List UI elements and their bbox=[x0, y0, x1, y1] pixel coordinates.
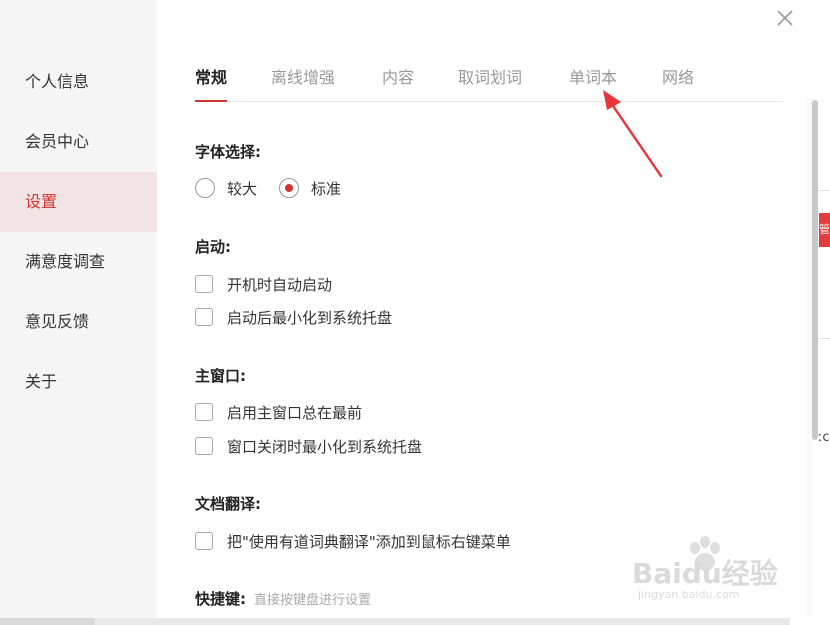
settings-sidebar: 个人信息 会员中心 设置 满意度调查 意见反馈 关于 bbox=[0, 0, 157, 618]
settings-tabs: 常规 离线增强 内容 取词划词 单词本 网络 bbox=[195, 58, 783, 102]
checkbox-row-minimize-on-close[interactable]: 窗口关闭时最小化到系统托盘 bbox=[195, 435, 422, 457]
checkbox-row-always-on-top[interactable]: 启用主窗口总在最前 bbox=[195, 401, 362, 423]
checkbox-label-minimize-on-start: 启动后最小化到系统托盘 bbox=[227, 308, 393, 327]
tab-word-capture[interactable]: 取词划词 bbox=[458, 64, 522, 101]
checkbox-label-autostart: 开机时自动启动 bbox=[227, 275, 333, 294]
checkbox-label-always-on-top: 启用主窗口总在最前 bbox=[227, 403, 363, 422]
background-text-fragment: ːc bbox=[818, 430, 830, 445]
tab-general[interactable]: 常规 bbox=[195, 64, 228, 102]
tab-offline-enhance[interactable]: 离线增强 bbox=[271, 64, 335, 101]
checkbox-always-on-top[interactable] bbox=[195, 403, 213, 421]
radio-larger[interactable] bbox=[195, 178, 215, 198]
watermark-url: jingyan.baidu.com bbox=[638, 588, 740, 601]
watermark-text: Baidu经验 bbox=[632, 557, 778, 590]
section-title-main-window: 主窗口: bbox=[195, 367, 246, 385]
checkbox-row-context-menu[interactable]: 把"使用有道词典翻译"添加到鼠标右键菜单 bbox=[195, 530, 511, 552]
font-radio-group: 较大 标准 bbox=[195, 177, 341, 199]
sidebar-item-profile[interactable]: 个人信息 bbox=[0, 52, 157, 112]
scrollbar-thumb[interactable] bbox=[812, 100, 818, 440]
checkbox-row-minimize-on-start[interactable]: 启动后最小化到系统托盘 bbox=[195, 306, 392, 328]
checkbox-context-menu[interactable] bbox=[195, 532, 213, 550]
baidu-jingyan-watermark: Baidu经验 jingyan.baidu.com bbox=[632, 534, 792, 604]
checkbox-row-autostart[interactable]: 开机时自动启动 bbox=[195, 273, 332, 295]
shortcut-hint: 直接按键盘进行设置 bbox=[254, 593, 372, 608]
section-title-doc-translate: 文档翻译: bbox=[195, 495, 261, 513]
close-icon[interactable] bbox=[772, 5, 798, 31]
section-title-shortcut: 快捷键: 直接按键盘进行设置 bbox=[195, 588, 371, 609]
shortcut-label: 快捷键: bbox=[195, 590, 246, 608]
checkbox-minimize-on-start[interactable] bbox=[195, 308, 213, 326]
sidebar-item-membership[interactable]: 会员中心 bbox=[0, 112, 157, 172]
checkbox-label-minimize-on-close: 窗口关闭时最小化到系统托盘 bbox=[227, 437, 423, 456]
section-title-startup: 启动: bbox=[195, 238, 231, 256]
background-bottom-bar bbox=[0, 618, 95, 625]
sidebar-item-feedback[interactable]: 意见反馈 bbox=[0, 292, 157, 352]
checkbox-minimize-on-close[interactable] bbox=[195, 437, 213, 455]
radio-label-standard: 标准 bbox=[311, 179, 342, 198]
background-badge: 管 bbox=[819, 213, 830, 247]
section-title-font: 字体选择: bbox=[195, 143, 261, 161]
tab-content[interactable]: 内容 bbox=[382, 64, 414, 101]
radio-label-larger: 较大 bbox=[227, 179, 258, 198]
checkbox-label-context-menu: 把"使用有道词典翻译"添加到鼠标右键菜单 bbox=[227, 532, 511, 551]
sidebar-item-about[interactable]: 关于 bbox=[0, 352, 157, 412]
settings-dialog: 个人信息 会员中心 设置 满意度调查 意见反馈 关于 常规 离线增强 内容 取词… bbox=[0, 0, 812, 618]
annotation-arrow-icon bbox=[603, 90, 663, 178]
checkbox-autostart[interactable] bbox=[195, 275, 213, 293]
sidebar-item-settings[interactable]: 设置 bbox=[0, 172, 157, 232]
sidebar-item-survey[interactable]: 满意度调查 bbox=[0, 232, 157, 292]
radio-standard[interactable] bbox=[279, 178, 300, 198]
